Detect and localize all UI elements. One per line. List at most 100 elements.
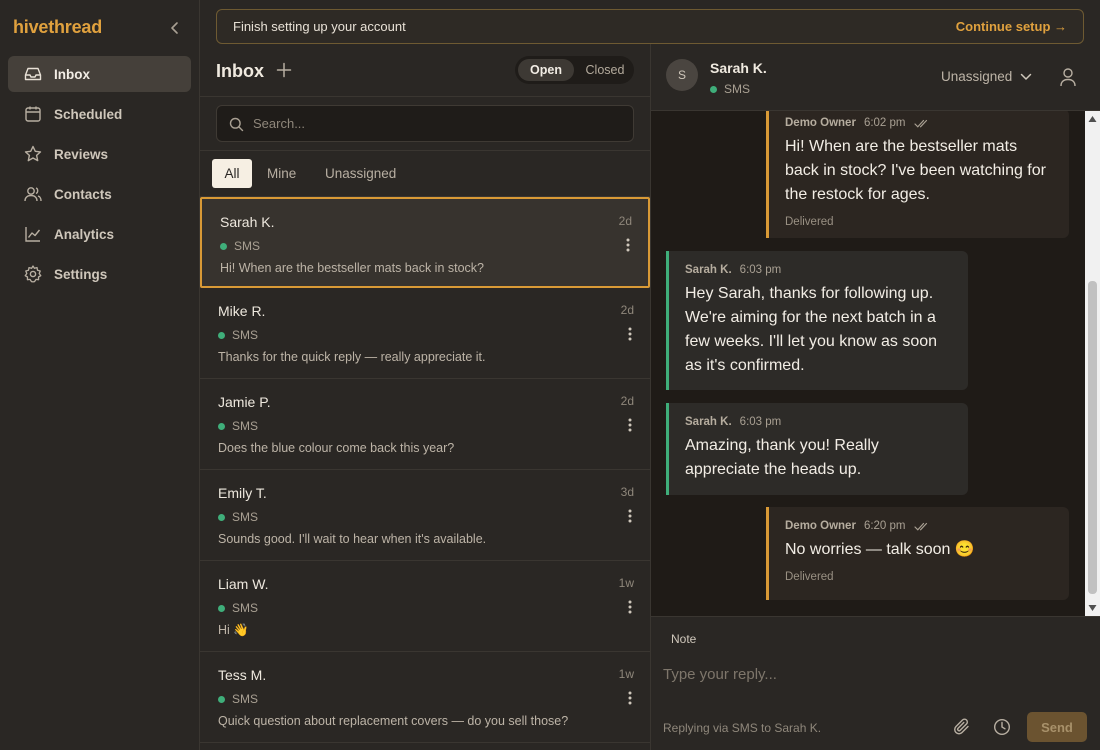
message-status: Delivered [785,216,834,228]
plus-icon[interactable] [276,62,292,78]
chevron-left-icon[interactable] [168,20,182,36]
search-input[interactable] [253,106,623,141]
conversation-preview: Does the blue colour come back this year… [218,441,455,455]
conversation-item[interactable]: Emily T. 3d SMS Sounds good. I'll wait t… [200,470,650,561]
sidebar-item-label: Contacts [54,186,112,202]
chart-line-icon [25,227,41,242]
gear-icon [24,265,42,283]
more-vertical-icon[interactable] [628,600,632,614]
more-vertical-icon[interactable] [628,691,632,705]
inbox-title: Inbox [216,61,264,81]
scrollbar[interactable] [1085,111,1100,616]
conversation-item[interactable]: Tess M. 1w SMS Quick question about repl… [200,652,650,743]
conversation-time: 2d [618,214,632,228]
conversation-preview: Hi 👋 [218,623,249,637]
message-author: Sarah K. [685,416,732,428]
conversation-time: 1w [618,667,634,681]
channel-badge: SMS [220,239,260,253]
message-bubble: Sarah K. 6:03 pm Hey Sarah, thanks for f… [666,251,968,390]
user-icon[interactable] [1059,67,1077,87]
inbox-panel: Inbox Open Closed All Mine Unassigned Sa… [200,44,651,750]
sidebar-item-label: Scheduled [54,106,123,122]
conversation-time: 2d [620,394,634,408]
channel-badge: SMS [218,601,258,615]
conversation-preview: Thanks for the quick reply — really appr… [218,350,486,364]
sidebar-item-settings[interactable]: Settings [8,256,191,292]
message-author: Sarah K. [685,264,732,276]
conversation-preview: Hi! When are the bestseller mats back in… [220,261,485,275]
sidebar-item-inbox[interactable]: Inbox [8,56,191,92]
send-button[interactable]: Send [1027,712,1087,742]
filter-tabs: All Mine Unassigned [200,151,650,197]
message-text: Amazing, thank you! Really appreciate th… [685,437,879,478]
filter-unassigned[interactable]: Unassigned [325,159,396,188]
double-check-icon [913,119,927,128]
reply-input[interactable] [663,659,1083,689]
message-time: 6:03 pm [739,416,782,428]
conversation-item[interactable]: Mike R. 2d SMS Thanks for the quick repl… [200,288,650,379]
double-check-icon [913,522,927,531]
status-dot [218,513,225,521]
reply-composer: Note Replying via SMS to Sarah K. Send [651,616,1100,750]
brand-logo[interactable]: hivethread [13,17,102,38]
sidebar-item-reviews[interactable]: Reviews [8,136,191,172]
sidebar: hivethread Inbox Scheduled Reviews Conta… [0,0,200,750]
reply-channel-info: Replying via SMS to Sarah K. [663,721,822,735]
more-vertical-icon[interactable] [628,327,632,341]
continue-setup-link[interactable]: Continue setup → [956,19,1067,34]
conversation-name: Tess M. [218,667,267,683]
assignee-dropdown[interactable]: Unassigned [941,69,1032,84]
status-dot [218,695,225,703]
channel-badge: SMS [218,419,258,433]
message-meta: Demo Owner 6:20 pm [785,520,1053,532]
sidebar-item-scheduled[interactable]: Scheduled [8,96,191,132]
sidebar-item-analytics[interactable]: Analytics [8,216,191,252]
avatar: S [666,59,698,91]
message-meta: Sarah K. 6:03 pm [685,264,952,276]
channel-label: SMS [232,692,259,706]
channel-badge: SMS [218,510,258,524]
scrollbar-thumb[interactable] [1088,281,1097,594]
channel-label: SMS [232,419,259,433]
filter-mine[interactable]: Mine [267,159,296,188]
paperclip-icon[interactable] [953,718,971,736]
clock-icon[interactable] [993,718,1011,736]
assignee-label: Unassigned [941,69,1013,84]
message-text: Hi! When are the bestseller mats back in… [785,138,1046,203]
setup-banner: Finish setting up your account Continue … [216,9,1084,44]
conversation-preview: Sounds good. I'll wait to hear when it's… [218,532,487,546]
conversation-item[interactable]: Sarah K. 2d SMS Hi! When are the bestsel… [200,197,650,288]
channel-label: SMS [234,239,261,253]
channel-label: SMS [232,328,259,342]
message-thread: Demo Owner 6:02 pm Hi! When are the best… [651,111,1100,616]
search-icon [229,117,244,132]
note-tab[interactable]: Note [671,632,696,646]
message-bubble: Demo Owner 6:20 pm No worries — talk soo… [766,507,1069,600]
message-meta: Sarah K. 6:03 pm [685,416,952,428]
conversation-name: Sarah K. [220,214,275,230]
message-status: Delivered [785,571,834,583]
conversation-item[interactable]: Jamie P. 2d SMS Does the blue colour com… [200,379,650,470]
conversation-name: Emily T. [218,485,267,501]
more-vertical-icon[interactable] [628,509,632,523]
conversation-time: 2d [620,303,634,317]
channel-label: SMS [232,510,259,524]
conversation-item[interactable]: Liam W. 1w SMS Hi 👋 [200,561,650,652]
message-author: Demo Owner [785,520,856,532]
status-dot [220,242,227,250]
scroll-up-arrow-icon[interactable] [1088,115,1097,123]
sidebar-nav: Inbox Scheduled Reviews Contacts Analyti… [8,56,191,296]
more-vertical-icon[interactable] [628,418,632,432]
contact-name: Sarah K. [710,60,767,76]
tab-closed[interactable]: Closed [579,59,631,81]
sidebar-item-contacts[interactable]: Contacts [8,176,191,212]
banner-text: Finish setting up your account [233,19,406,34]
more-vertical-icon[interactable] [626,238,630,252]
tab-open[interactable]: Open [518,59,574,81]
sidebar-item-label: Analytics [54,226,115,242]
status-dot [218,604,225,612]
search-bar [200,97,650,151]
message-time: 6:03 pm [739,264,782,276]
scroll-down-arrow-icon[interactable] [1088,604,1097,612]
filter-all[interactable]: All [212,159,252,188]
